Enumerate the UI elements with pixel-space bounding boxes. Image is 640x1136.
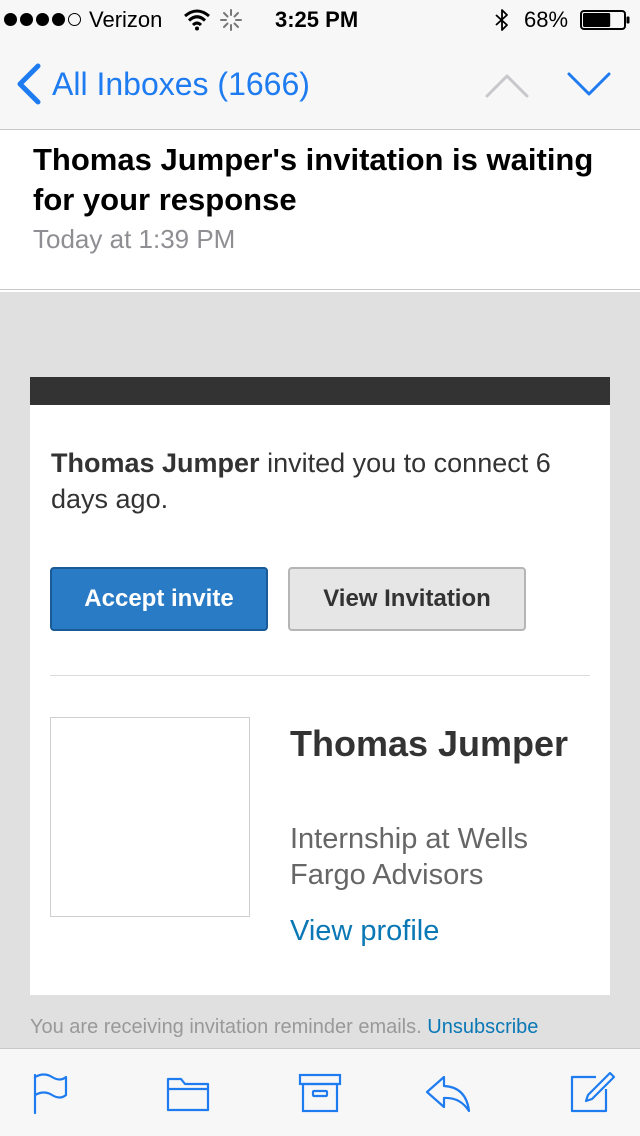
status-bar: Verizon 3:25 PM 68% [0,0,640,40]
compose-icon[interactable] [568,1071,616,1115]
accept-invite-button[interactable]: Accept invite [50,567,268,631]
invitation-card: Thomas Jumper invited you to connect 6 d… [30,377,610,995]
unsubscribe-link[interactable]: Unsubscribe [427,1016,538,1038]
message-date: Today at 1:39 PM [33,224,236,254]
email-body: Thomas Jumper invited you to connect 6 d… [0,292,640,1048]
invite-message: Thomas Jumper invited you to connect 6 d… [51,445,596,517]
wifi-icon [184,9,210,31]
chevron-up-icon[interactable] [484,68,530,102]
profile-photo[interactable] [50,717,250,917]
message-header: Thomas Jumper's invitation is waiting fo… [0,130,640,290]
navigation-bar: All Inboxes (1666) [0,40,640,130]
chevron-down-icon[interactable] [566,68,612,102]
carrier-name: Verizon [89,7,163,32]
profile-headline: Internship at Wells Fargo Advisors [290,823,529,891]
view-profile-link[interactable]: View profile [290,915,439,948]
archive-icon[interactable] [296,1071,344,1115]
signal-strength-icon [4,13,81,26]
flag-icon[interactable] [26,1071,74,1115]
activity-spinner-icon [220,9,242,31]
profile-name: Thomas Jumper [290,723,569,764]
battery-percent: 68% [524,7,569,32]
inviter-name: Thomas Jumper [51,448,260,478]
view-invitation-button[interactable]: View Invitation [288,567,526,631]
divider [50,675,590,676]
back-button-label: All Inboxes (1666) [52,65,310,102]
bluetooth-icon [495,9,508,31]
email-footer-note: You are receiving invitation reminder em… [30,1016,630,1039]
message-subject: Thomas Jumper's invitation is waiting fo… [33,142,594,217]
back-button[interactable]: All Inboxes (1666) [14,62,310,106]
footer-text: You are receiving invitation reminder em… [30,1016,428,1038]
bottom-toolbar [0,1048,640,1136]
card-header-bar [30,377,610,405]
battery-icon [580,10,630,30]
chevron-left-icon [17,63,41,105]
status-time: 3:25 PM [275,7,359,32]
reply-icon[interactable] [424,1071,472,1115]
folder-icon[interactable] [164,1071,212,1115]
